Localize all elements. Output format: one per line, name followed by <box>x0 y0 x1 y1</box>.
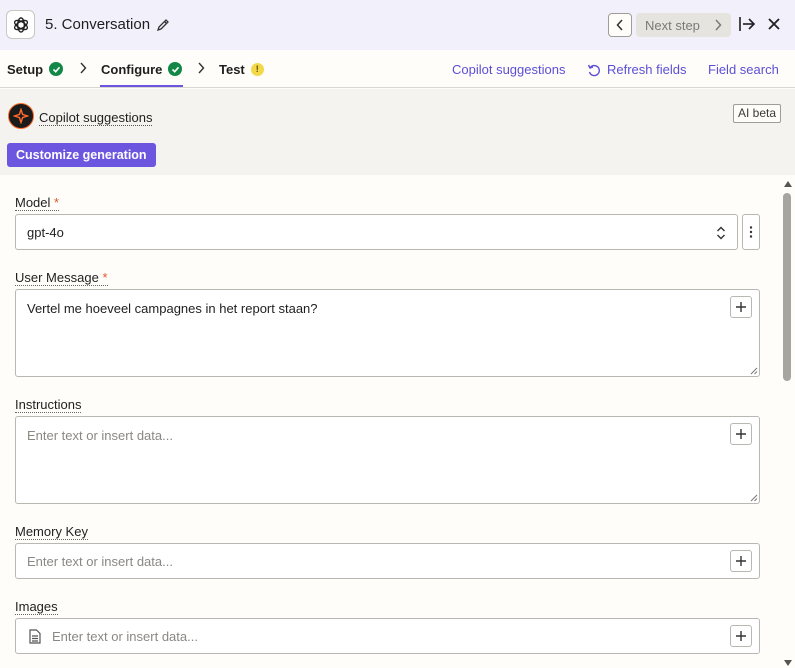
memory-key-label: Memory Key <box>15 524 88 540</box>
refresh-fields-link[interactable]: Refresh fields <box>587 62 686 77</box>
document-icon <box>29 629 41 644</box>
instructions-placeholder: Enter text or insert data... <box>27 428 173 443</box>
updown-icon <box>717 226 725 240</box>
copilot-icon <box>8 103 34 129</box>
model-label-text: Model <box>15 195 51 210</box>
model-select[interactable]: gpt-4o <box>15 214 738 250</box>
tab-test[interactable]: Test ! <box>219 61 264 77</box>
step-tabs: Setup Configure Test ! Copilot suggestio… <box>0 50 795 88</box>
images-label-text: Images <box>15 599 58 614</box>
refresh-fields-label: Refresh fields <box>607 62 687 77</box>
refresh-icon <box>587 64 600 76</box>
customize-generation-button[interactable]: Customize generation <box>7 143 156 167</box>
model-options-button[interactable] <box>742 214 760 250</box>
chevron-right-icon <box>80 62 87 74</box>
required-marker: * <box>54 195 60 210</box>
plus-icon <box>736 429 746 439</box>
ai-beta-badge: AI beta <box>733 104 782 123</box>
instructions-label-text: Instructions <box>15 397 82 412</box>
field-search-link[interactable]: Field search <box>708 62 779 77</box>
tab-configure-label: Configure <box>101 61 163 77</box>
check-icon <box>168 62 183 76</box>
tab-test-label: Test <box>219 61 245 77</box>
images-placeholder: Enter text or insert data... <box>52 629 198 644</box>
images-label: Images <box>15 599 58 615</box>
insert-data-button[interactable] <box>730 550 752 572</box>
resize-handle[interactable] <box>750 494 758 502</box>
user-message-label-text: User Message <box>15 270 99 285</box>
scroll-up-icon[interactable] <box>784 181 792 187</box>
instructions-field[interactable]: Enter text or insert data... <box>15 416 760 504</box>
tab-configure[interactable]: Configure <box>101 61 183 77</box>
chevron-left-icon <box>616 19 623 31</box>
copilot-title[interactable]: Copilot suggestions <box>39 110 153 126</box>
plus-icon <box>736 631 746 641</box>
scroll-down-icon[interactable] <box>784 660 792 666</box>
scrollbar-thumb[interactable] <box>783 193 791 381</box>
user-message-label: User Message * <box>15 270 108 286</box>
user-message-field[interactable]: Vertel me hoeveel campagnes in het repor… <box>15 289 760 377</box>
header: 5. Conversation Next step <box>0 0 795 50</box>
active-tab-indicator <box>100 85 183 87</box>
instructions-label: Instructions <box>15 397 82 413</box>
warning-icon: ! <box>250 62 264 76</box>
memory-key-placeholder: Enter text or insert data... <box>27 554 173 569</box>
next-step-label: Next step <box>645 17 700 33</box>
insert-data-button[interactable] <box>730 423 752 445</box>
exit-icon[interactable] <box>738 15 756 33</box>
user-message-value: Vertel me hoeveel campagnes in het repor… <box>27 301 318 316</box>
openai-icon <box>6 10 35 39</box>
images-field[interactable]: Enter text or insert data... <box>15 618 760 654</box>
tab-setup-label: Setup <box>7 61 44 77</box>
chevron-right-icon <box>198 62 205 74</box>
plus-icon <box>736 302 746 312</box>
step-title-text: 5. Conversation <box>45 16 151 33</box>
insert-data-button[interactable] <box>730 625 752 647</box>
resize-handle[interactable] <box>750 367 758 375</box>
model-label: Model * <box>15 195 60 211</box>
pencil-icon[interactable] <box>156 18 170 32</box>
memory-key-label-text: Memory Key <box>15 524 88 539</box>
plus-icon <box>736 556 746 566</box>
copilot-suggestions-link-label: Copilot suggestions <box>452 62 566 77</box>
memory-key-field[interactable]: Enter text or insert data... <box>15 543 760 579</box>
chevron-right-icon <box>715 19 722 31</box>
copilot-panel: Copilot suggestions AI beta Customize ge… <box>0 89 795 175</box>
copilot-suggestions-link[interactable]: Copilot suggestions <box>452 62 565 77</box>
close-icon[interactable] <box>767 17 781 31</box>
model-value: gpt-4o <box>27 225 64 240</box>
kebab-icon <box>749 226 753 238</box>
step-title[interactable]: 5. Conversation <box>45 16 170 33</box>
required-marker: * <box>102 270 108 285</box>
field-search-label: Field search <box>708 62 779 77</box>
insert-data-button[interactable] <box>730 296 752 318</box>
tab-setup[interactable]: Setup <box>7 61 64 77</box>
check-icon <box>49 62 64 76</box>
next-step-button[interactable]: Next step <box>636 13 731 37</box>
previous-step-button[interactable] <box>608 13 632 37</box>
